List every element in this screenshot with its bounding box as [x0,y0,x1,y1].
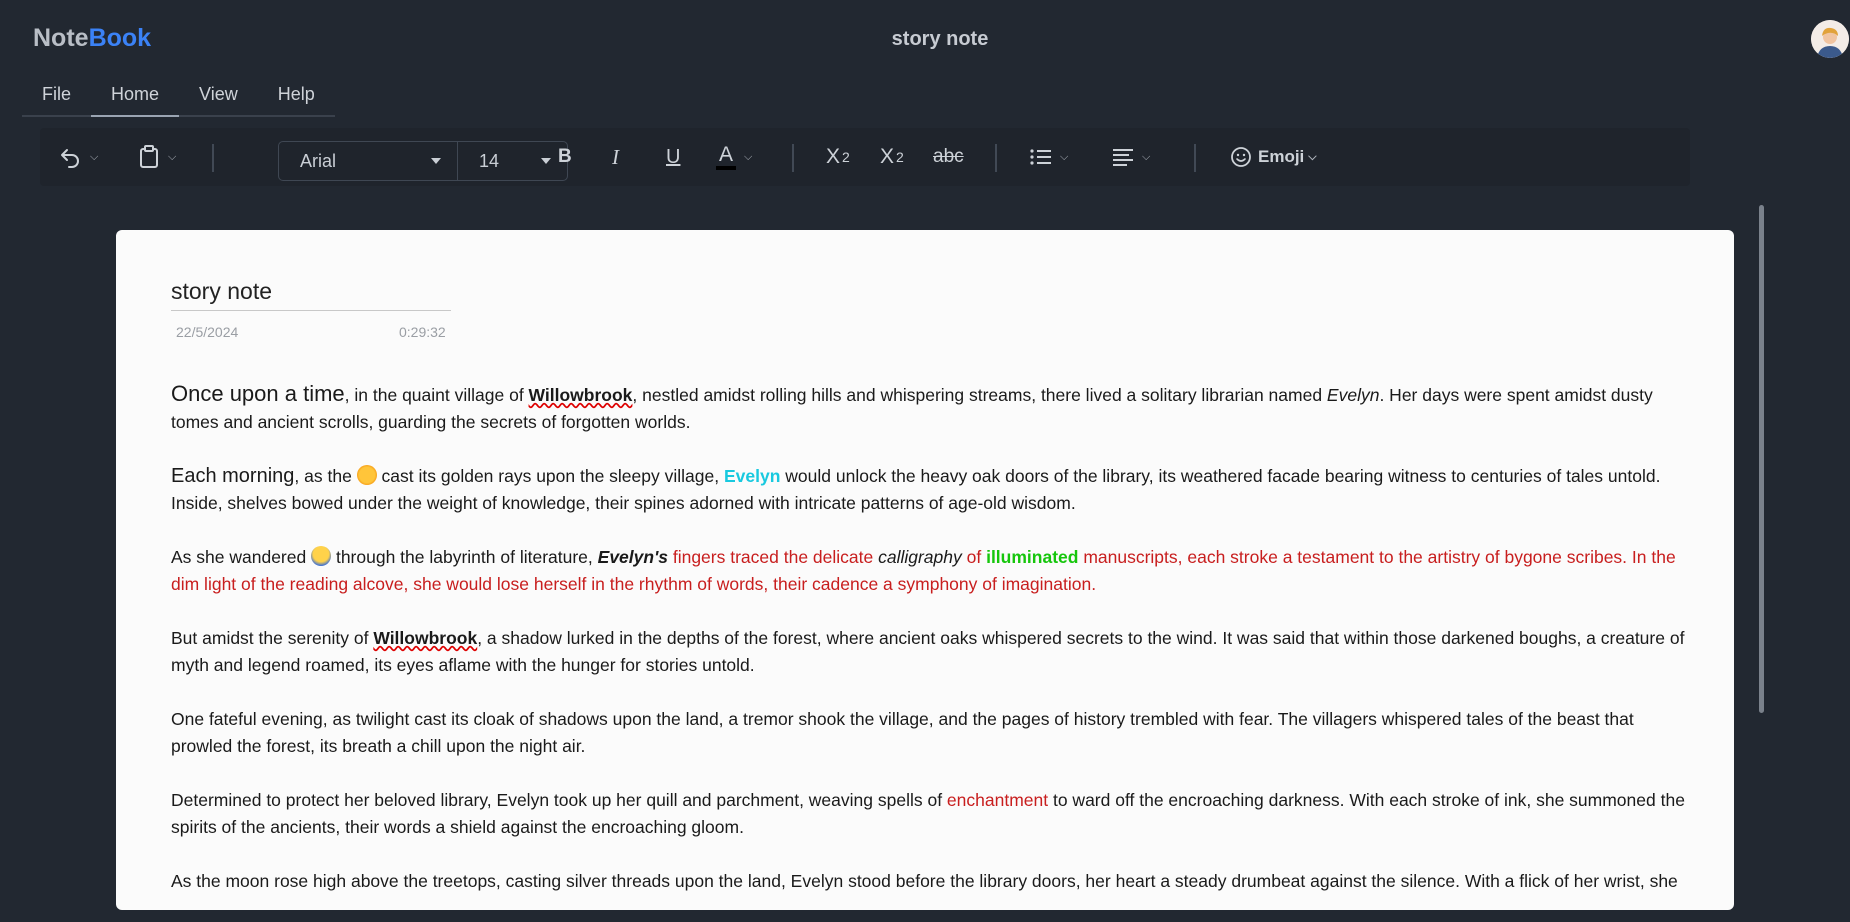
menu-file[interactable]: File [22,78,91,115]
font-size-value: 14 [479,150,500,171]
note-time: 0:29:32 [399,324,446,340]
window-title: story note [891,28,989,50]
p6-enchantment: enchantment [946,790,1049,810]
p2-lead: Each morning [171,465,295,487]
sun-emoji-icon [356,465,377,485]
toolbar-divider [212,144,214,172]
p1-text-1: , in the quaint village of [344,385,529,405]
emoji-button[interactable]: Emoji ⌵ [1230,128,1317,186]
font-color-button[interactable]: A ⌵ [716,128,752,186]
paragraph-4: But amidst the serenity of Willowbrook, … [171,625,1696,679]
vertical-scrollbar[interactable] [1759,205,1764,713]
toolbar-divider [1194,144,1196,172]
subscript-index: 2 [842,149,850,165]
paragraph-7: As the moon rose high above the treetops… [171,871,1678,891]
p2-evelyn: Evelyn [723,466,781,486]
bullet-list-button[interactable]: ⌵ [1030,128,1068,186]
font-family-value: Arial [300,150,337,171]
toolbar-divider [995,144,997,172]
chevron-down-icon: ⌵ [90,150,99,163]
chevron-down-icon: ⌵ [1060,150,1069,163]
p1-text-2: , nestled amidst rolling hills and whisp… [632,385,1327,405]
note-date: 22/5/2024 [176,324,239,340]
note-page: story note 22/5/2024 0:29:32 Once upon a… [116,230,1734,910]
p2-text-2: cast its golden rays upon the sleepy vil… [376,466,724,486]
p4-text-1: But amidst the serenity of [171,628,374,648]
paste-button[interactable]: ⌵ [138,128,176,186]
emoji-label: Emoji [1258,147,1305,166]
p6-text-1: Determined to protect her beloved librar… [171,790,947,810]
paragraph-5: One fateful evening, as twilight cast it… [171,709,1634,756]
align-button[interactable]: ⌵ [1112,128,1150,186]
formatting-toolbar: ⌵ ⌵ Arial 14 B I U A ⌵ X2 X2 abc ⌵ ⌵ Emo… [40,128,1690,186]
paragraph-6: Determined to protect her beloved librar… [171,787,1696,841]
undo-icon [61,149,79,168]
menu-home[interactable]: Home [91,78,180,117]
paragraph-2: Each morning, as the cast its golden ray… [171,463,1696,517]
chevron-down-icon: ⌵ [1308,150,1317,163]
toolbar-divider [792,144,794,172]
font-color-letter: A [716,144,737,170]
note-editor[interactable]: Once upon a time, in the quaint village … [171,380,1696,922]
p3-evelyns: Evelyn's [597,547,668,567]
strikethrough-button[interactable]: abc [933,128,964,186]
font-family-select[interactable]: Arial [279,142,458,180]
p3-text-2: through the labyrinth of literature, [331,547,598,567]
avatar-image [1811,20,1849,58]
clipboard-icon [140,145,158,168]
menu-help[interactable]: Help [258,78,335,115]
subscript-button[interactable]: X2 [826,128,850,186]
underline-button[interactable]: U [666,128,680,186]
p3-illuminated: illuminated [986,547,1079,567]
p2-text-1: , as the [294,466,357,486]
chevron-down-icon: ⌵ [168,150,177,163]
font-controls: Arial 14 [278,141,568,181]
superscript-button[interactable]: X2 [880,128,904,186]
note-title-input[interactable]: story note [171,278,451,311]
p1-lead: Once upon a time [171,381,345,406]
undo-button[interactable]: ⌵ [58,128,98,186]
p3-red-2: of [961,547,987,567]
font-size-select[interactable]: 14 [458,142,567,180]
p1-willowbrook: Willowbrook [528,385,633,405]
list-icon [1030,149,1051,165]
chevron-down-icon: ⌵ [1142,150,1151,163]
dropdown-arrow-icon [431,158,441,164]
menu-view[interactable]: View [179,78,258,115]
p3-text-1: As she wandered [171,547,312,567]
menu-bar: File Home View Help [22,78,335,117]
screaming-face-emoji-icon [311,546,332,566]
p4-willowbrook: Willowbrook [373,628,478,648]
p3-calligraphy: calligraphy [878,547,962,567]
bold-button[interactable]: B [558,128,572,186]
chevron-down-icon: ⌵ [744,150,753,163]
paragraph-1: Once upon a time, in the quaint village … [171,380,1696,436]
smiley-icon [1231,147,1251,167]
italic-button[interactable]: I [612,128,619,186]
superscript-index: 2 [896,149,904,165]
superscript-x: X [880,145,895,168]
p1-evelyn: Evelyn [1326,385,1380,405]
align-left-icon [1113,149,1133,166]
p3-red-1: fingers traced the delicate [667,547,879,567]
dropdown-arrow-icon [541,158,551,164]
subscript-x: X [826,145,841,168]
paragraph-3: As she wandered through the labyrinth of… [171,544,1696,598]
user-avatar[interactable] [1811,20,1849,58]
